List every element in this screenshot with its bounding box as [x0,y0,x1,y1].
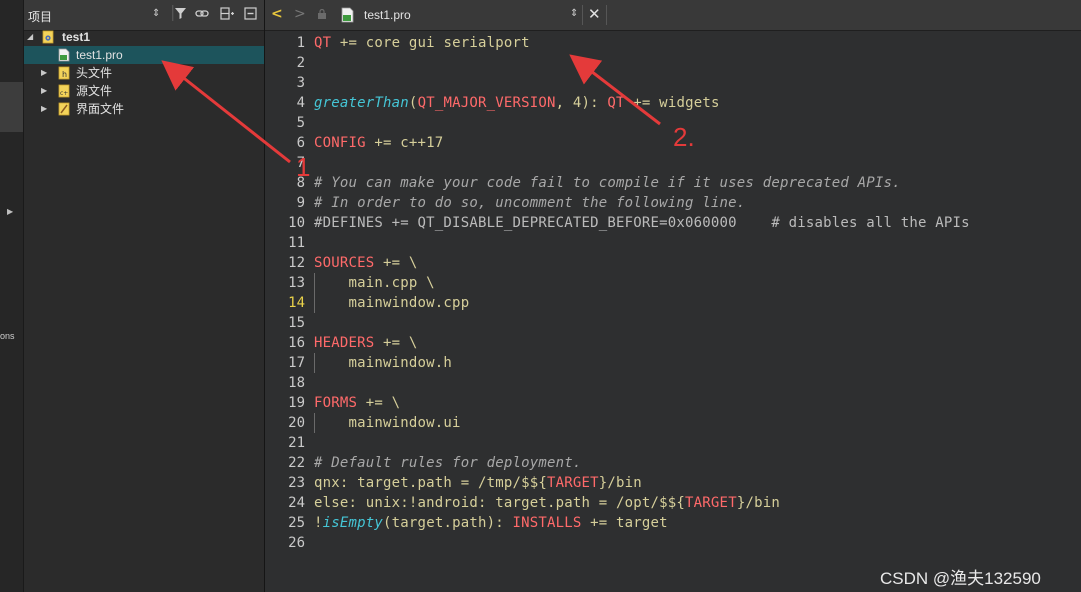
annotation-label-2: 2. [673,122,695,152]
annotation-label-1: 1 [296,152,311,182]
watermark-text: CSDN @渔夫132590 [880,569,1041,588]
annotation-arrow-1 [161,60,291,164]
annotation-arrows [161,54,661,164]
annotation-arrow-2 [569,54,661,126]
